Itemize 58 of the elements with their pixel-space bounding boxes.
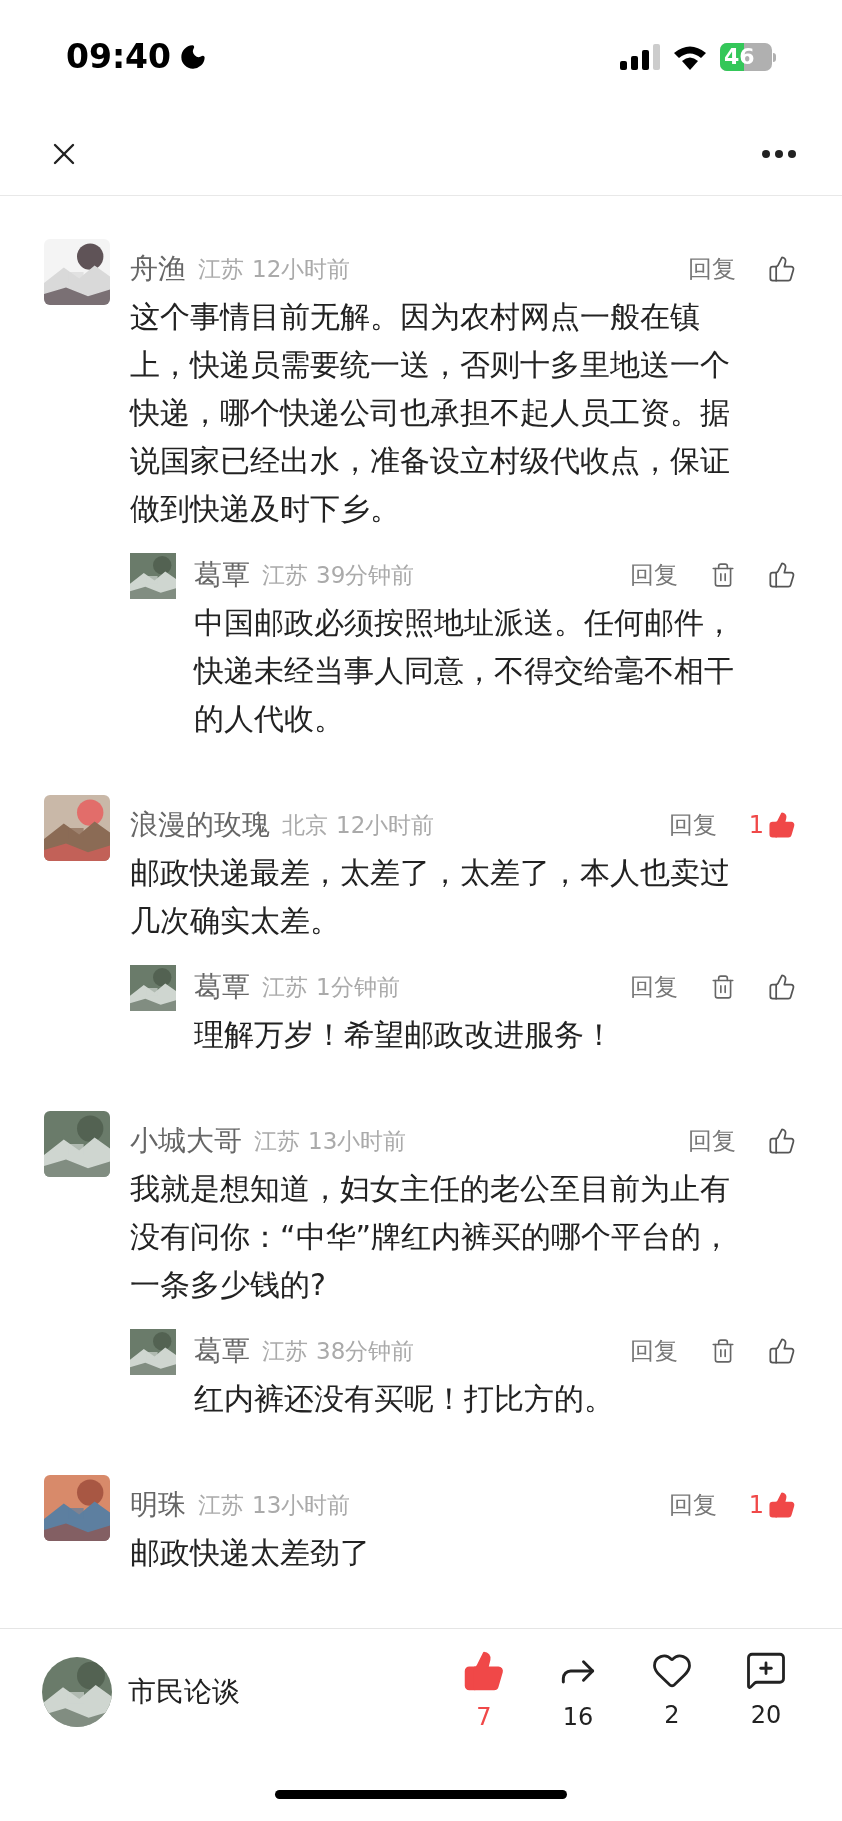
comment-text: 我就是想知道，妇女主任的老公至目前为止有没有问你：“中华”牌红内裤买的哪个平台的，一条多少钱的? — [130, 1170, 733, 1304]
reply-button[interactable]: 回复 — [668, 807, 717, 843]
like-count: 1 — [748, 1490, 764, 1521]
thumbs-up-icon[interactable] — [768, 1127, 796, 1155]
comment-text: 邮政快递最差，太差了，太差了，本人也卖过几次确实太差。 — [130, 854, 731, 940]
reply-text: 理解万岁！希望邮政改进服务！ — [194, 1016, 615, 1054]
reply-button[interactable]: 回复 — [668, 1487, 717, 1523]
timestamp: 13小时前 — [252, 1490, 351, 1520]
thumbs-up-icon[interactable] — [768, 973, 796, 1001]
user-name[interactable]: 小城大哥 — [130, 1120, 242, 1162]
comment-text: 这个事情目前无解。因为农村网点一般在镇上，快递员需要统一送，否则十多里地送一个快递，哪个快递公司也承担不起人员工资。据说国家已经出水，准备设立村级代收点，保证做到快递及时下乡。 — [130, 298, 731, 528]
location: 江苏 — [262, 560, 308, 590]
timestamp: 39分钟前 — [316, 560, 415, 590]
timestamp: 12小时前 — [336, 810, 435, 840]
timestamp: 38分钟前 — [316, 1336, 415, 1366]
location: 江苏 — [262, 972, 308, 1002]
location: 江苏 — [198, 254, 244, 284]
like-count: 1 — [748, 810, 764, 841]
thumbs-up-icon[interactable] — [768, 1491, 796, 1519]
user-name[interactable]: 葛覃 — [194, 554, 250, 596]
signal-icon — [620, 44, 660, 70]
timestamp: 13小时前 — [308, 1126, 407, 1156]
reply-text: 中国邮政必须按照地址派送。任何邮件，快递未经当事人同意，不得交给毫不相干的人代收。 — [194, 604, 735, 738]
user-name[interactable]: 明珠 — [130, 1484, 186, 1526]
comment-button[interactable]: 20 — [736, 1649, 796, 1735]
location: 北京 — [282, 810, 328, 840]
delete-icon[interactable] — [710, 1337, 736, 1365]
location: 江苏 — [254, 1126, 300, 1156]
timestamp: 12小时前 — [252, 254, 351, 284]
status-time: 09:40 — [66, 36, 172, 79]
user-name[interactable]: 舟渔 — [130, 248, 186, 290]
thumbs-up-icon[interactable] — [768, 561, 796, 589]
more-icon — [762, 149, 796, 158]
reply-button[interactable]: 回复 — [630, 557, 678, 593]
delete-icon[interactable] — [710, 973, 736, 1001]
timestamp: 1分钟前 — [316, 972, 400, 1002]
user-name[interactable]: 葛覃 — [194, 1330, 250, 1372]
heart-button[interactable]: 2 — [642, 1649, 702, 1735]
moon-icon — [179, 43, 208, 71]
reply-button[interactable]: 回复 — [688, 1123, 736, 1159]
reply-button[interactable]: 回复 — [630, 1333, 678, 1369]
user-name[interactable]: 浪漫的玫瑰 — [130, 804, 270, 846]
wifi-icon — [672, 44, 708, 70]
thumbs-up-icon — [462, 1649, 506, 1693]
location: 江苏 — [262, 1336, 308, 1366]
share-button[interactable]: 16 — [548, 1649, 608, 1735]
location: 江苏 — [198, 1490, 244, 1520]
thumbs-up-icon[interactable] — [768, 255, 796, 283]
reply-button[interactable]: 回复 — [630, 969, 678, 1005]
channel-name[interactable]: 市民论谈 — [128, 1671, 240, 1713]
thumbs-up-icon[interactable] — [768, 811, 796, 839]
delete-icon[interactable] — [710, 561, 736, 589]
thumbs-up-button[interactable]: 7 — [454, 1649, 514, 1735]
user-name[interactable]: 葛覃 — [194, 966, 250, 1008]
thumbs-up-icon[interactable] — [768, 1337, 796, 1365]
reply-button[interactable]: 回复 — [688, 251, 736, 287]
reply-text: 红内裤还没有买呢！打比方的。 — [194, 1380, 615, 1418]
comment-text: 邮政快递太差劲了 — [130, 1534, 371, 1572]
